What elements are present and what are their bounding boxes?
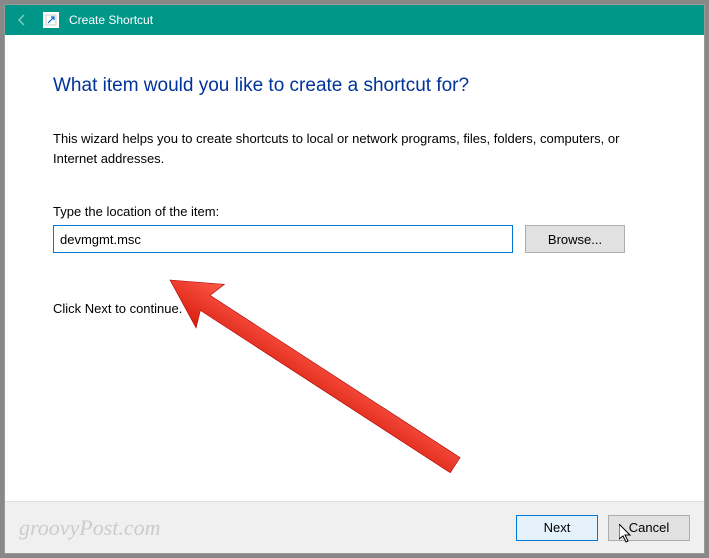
back-icon bbox=[13, 11, 31, 29]
next-button[interactable]: Next bbox=[516, 515, 598, 541]
window-title: Create Shortcut bbox=[69, 13, 153, 27]
location-label: Type the location of the item: bbox=[53, 204, 656, 219]
titlebar: Create Shortcut bbox=[5, 5, 704, 35]
wizard-window: Create Shortcut What item would you like… bbox=[4, 4, 705, 554]
continue-hint: Click Next to continue. bbox=[53, 301, 656, 316]
wizard-heading: What item would you like to create a sho… bbox=[53, 75, 656, 97]
wizard-footer: groovyPost.com Next Cancel bbox=[5, 501, 704, 553]
footer-buttons: Next Cancel bbox=[516, 515, 690, 541]
cancel-button[interactable]: Cancel bbox=[608, 515, 690, 541]
browse-button[interactable]: Browse... bbox=[525, 225, 625, 253]
shortcut-wizard-icon bbox=[43, 12, 59, 28]
location-input[interactable] bbox=[53, 225, 513, 253]
wizard-body: What item would you like to create a sho… bbox=[5, 35, 704, 326]
wizard-description: This wizard helps you to create shortcut… bbox=[53, 129, 656, 168]
watermark-text: groovyPost.com bbox=[19, 515, 516, 541]
location-row: Browse... bbox=[53, 225, 656, 253]
